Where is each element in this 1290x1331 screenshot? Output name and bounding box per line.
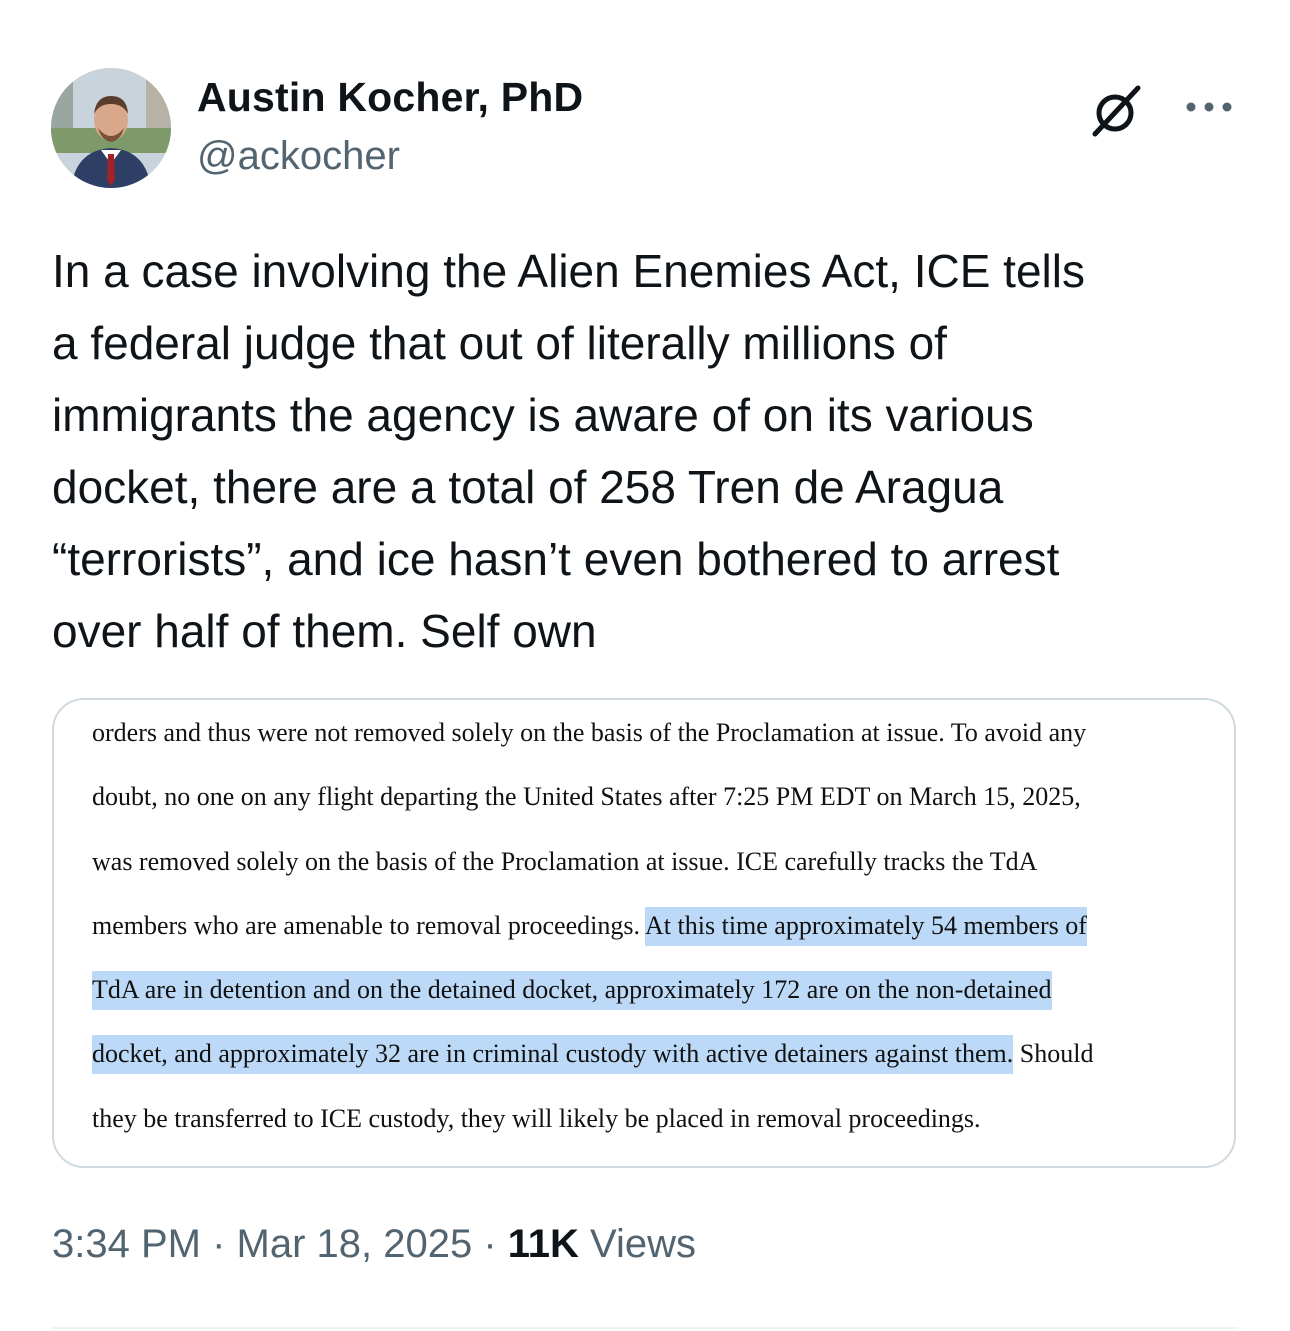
highlighted-text: At this time approximately 54 members of [645,906,1087,946]
line-text: orders and thus were not removed solely … [92,718,1087,747]
document-line: doubt, no one on any flight departing th… [92,780,1212,844]
tweet-metadata: 3:34 PM · Mar 18, 2025 · 11K Views [52,1222,696,1267]
avatar[interactable] [51,68,171,188]
document-line: docket, and approximately 32 are in crim… [92,1035,1212,1101]
document-line: members who are amenable to removal proc… [92,906,1212,973]
line-text: Should [1013,1039,1094,1069]
separator: · [472,1222,508,1266]
separator: · [200,1222,237,1266]
line-text: members who are amenable to removal proc… [92,910,646,940]
tweet-time[interactable]: 3:34 PM [52,1222,201,1266]
document-image[interactable]: orders and thus were not removed solely … [52,698,1236,1168]
line-text: they be transferred to ICE custody, they… [92,1103,981,1133]
document-line: TdA are in detention and on the detained… [92,971,1212,1037]
grok-icon[interactable] [1086,80,1148,142]
views-label[interactable]: Views [579,1222,696,1266]
tweet-date[interactable]: Mar 18, 2025 [237,1222,473,1266]
document-text: orders and thus were not removed solely … [92,716,1212,1166]
author-name[interactable]: Austin Kocher, PhD [197,74,583,121]
divider [52,1327,1238,1329]
highlighted-text: docket, and approximately 32 are in crim… [92,1035,1014,1075]
tweet-text: In a case involving the Alien Enemies Ac… [52,245,1085,657]
document-line: orders and thus were not removed solely … [92,716,1212,780]
more-icon[interactable] [1182,92,1236,122]
views-count[interactable]: 11K [508,1222,579,1266]
document-line: they be transferred to ICE custody, they… [92,1102,1212,1166]
document-line: was removed solely on the basis of the P… [92,845,1212,909]
line-text: doubt, no one on any flight departing th… [92,782,1081,812]
author-handle[interactable]: @ackocher [197,134,400,179]
line-text: was removed solely on the basis of the P… [92,846,1038,876]
highlighted-text: TdA are in detention and on the detained… [92,971,1052,1011]
